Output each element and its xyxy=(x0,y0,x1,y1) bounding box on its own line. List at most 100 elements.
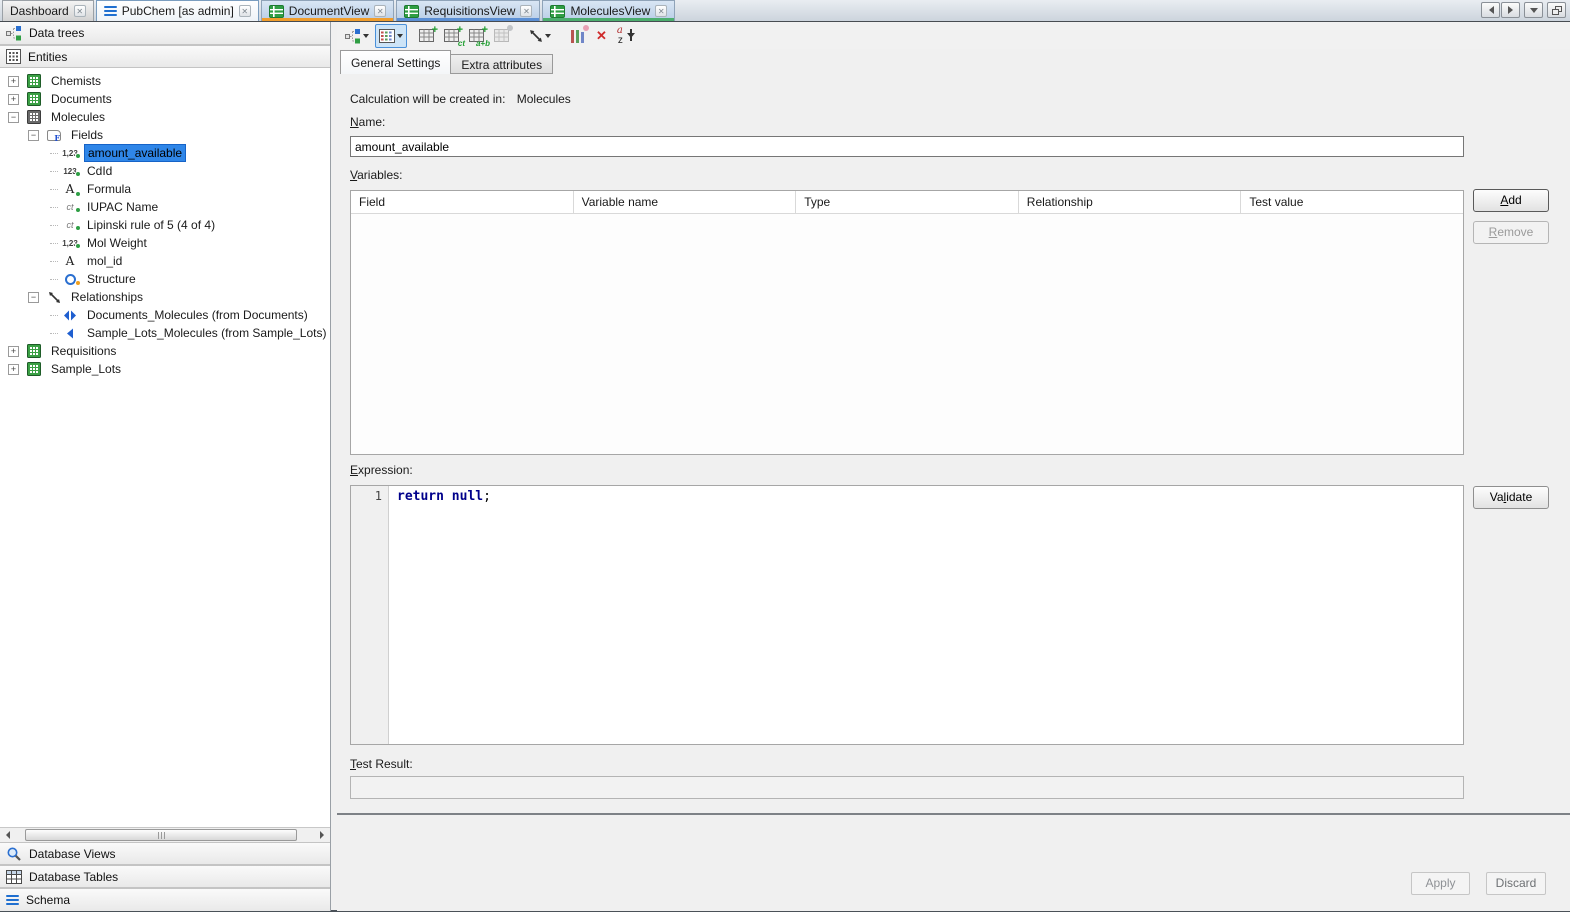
tree-item-formula[interactable]: A Formula xyxy=(0,180,330,198)
discard-button[interactable]: Discard xyxy=(1486,872,1546,895)
previous-tab-button[interactable] xyxy=(1481,2,1500,18)
entity-icon xyxy=(27,74,41,88)
add-variable-button[interactable]: Add xyxy=(1473,189,1549,212)
schema-header[interactable]: Schema xyxy=(0,888,330,911)
tab-extra-attributes[interactable]: Extra attributes xyxy=(451,54,553,74)
text-field-icon: A xyxy=(60,182,80,196)
new-entity-from-table-button[interactable] xyxy=(490,24,513,48)
scroll-left-button[interactable] xyxy=(0,828,15,842)
tree-item-amount-available[interactable]: 1,23 amount_available xyxy=(0,144,330,162)
tree-item-sample-lots-molecules[interactable]: Sample_Lots_Molecules (from Sample_Lots) xyxy=(0,324,330,342)
entities-header[interactable]: Entities xyxy=(0,45,330,68)
test-result-field xyxy=(350,776,1464,799)
table-icon xyxy=(494,29,509,42)
name-input[interactable] xyxy=(350,136,1464,157)
tree-item-documents[interactable]: Documents xyxy=(0,90,330,108)
calculated-badge-icon xyxy=(75,225,81,231)
expand-icon[interactable] xyxy=(8,364,19,375)
close-icon[interactable] xyxy=(520,5,532,17)
scrollbar-thumb[interactable] xyxy=(25,829,297,841)
column-header-type[interactable]: Type xyxy=(796,191,1019,213)
remove-variable-button[interactable]: Remove xyxy=(1473,221,1549,244)
window-tab-bar: Dashboard PubChem [as admin] DocumentVie… xyxy=(0,0,1570,22)
expand-icon[interactable] xyxy=(8,76,19,87)
relationship-arrow-icon xyxy=(529,29,543,43)
expand-icon[interactable] xyxy=(8,346,19,357)
tree-item-chemists[interactable]: Chemists xyxy=(0,72,330,90)
database-tables-icon xyxy=(6,870,22,884)
integer-field-icon: 123 xyxy=(60,167,80,176)
column-header-relationship[interactable]: Relationship xyxy=(1019,191,1242,213)
validate-button[interactable]: Validate xyxy=(1473,486,1549,509)
new-calculation-field-button[interactable]: +a+b xyxy=(465,24,488,48)
new-chemical-terms-field-button[interactable]: +ct xyxy=(440,24,463,48)
one-to-many-icon xyxy=(66,328,74,339)
new-entity-button[interactable]: + xyxy=(415,24,438,48)
code-area[interactable]: return null; xyxy=(389,486,1463,744)
collapse-icon[interactable] xyxy=(8,112,19,123)
dropdown-caret-icon xyxy=(397,34,403,41)
tree-item-documents-molecules[interactable]: Documents_Molecules (from Documents) xyxy=(0,306,330,324)
expand-icon[interactable] xyxy=(8,94,19,105)
tab-moleculesview[interactable]: MoleculesView xyxy=(542,0,675,21)
relationships-icon xyxy=(48,291,61,304)
schema-sidebar: Data trees Entities Chemists Documents M… xyxy=(0,22,331,911)
apply-button[interactable]: Apply xyxy=(1411,872,1470,895)
decimal-field-icon: 1,23 xyxy=(60,149,80,158)
column-header-test-value[interactable]: Test value xyxy=(1241,191,1463,213)
tree-item-structure[interactable]: Structure xyxy=(0,270,330,288)
sort-az-icon: az xyxy=(617,28,633,44)
tree-item-requisitions[interactable]: Requisitions xyxy=(0,342,330,360)
data-trees-header[interactable]: Data trees xyxy=(0,22,330,45)
form-view-button[interactable] xyxy=(567,24,590,48)
calculated-badge-icon xyxy=(75,171,81,177)
close-icon[interactable] xyxy=(239,5,251,17)
colored-grid-icon xyxy=(379,29,395,43)
tab-list-button[interactable] xyxy=(1524,2,1543,18)
structure-field-icon xyxy=(60,274,80,285)
tab-documentview[interactable]: DocumentView xyxy=(261,0,394,21)
variables-table-body[interactable] xyxy=(351,214,1463,454)
tree-item-lipinski[interactable]: ct Lipinski rule of 5 (4 of 4) xyxy=(0,216,330,234)
panel-divider xyxy=(337,813,1570,815)
decimal-field-icon: 1,23 xyxy=(60,239,80,248)
column-header-field[interactable]: Field xyxy=(351,191,574,213)
tree-item-molecules[interactable]: Molecules xyxy=(0,108,330,126)
database-tables-header[interactable]: Database Tables xyxy=(0,865,330,888)
entity-tree: Chemists Documents Molecules F Fields 1,… xyxy=(0,68,330,827)
database-views-header[interactable]: Database Views xyxy=(0,842,330,865)
close-icon[interactable] xyxy=(374,5,386,17)
tree-item-mol-id[interactable]: A mol_id xyxy=(0,252,330,270)
new-data-tree-button[interactable] xyxy=(341,24,373,48)
calculated-badge-icon xyxy=(75,153,81,159)
restore-window-button[interactable] xyxy=(1547,2,1566,18)
tab-dashboard[interactable]: Dashboard xyxy=(2,0,94,21)
grid-view-mode-button[interactable] xyxy=(375,24,407,48)
database-views-icon xyxy=(6,846,22,862)
next-tab-button[interactable] xyxy=(1501,2,1520,18)
scroll-right-button[interactable] xyxy=(315,828,330,842)
tree-item-fields[interactable]: F Fields xyxy=(0,126,330,144)
entity-icon xyxy=(27,362,41,376)
tree-item-mol-weight[interactable]: 1,23 Mol Weight xyxy=(0,234,330,252)
close-icon[interactable] xyxy=(655,5,667,17)
dropdown-caret-icon xyxy=(363,34,369,41)
collapse-icon[interactable] xyxy=(28,130,39,141)
chemical-terms-field-icon: ct xyxy=(60,220,80,230)
tree-item-iupac-name[interactable]: ct IUPAC Name xyxy=(0,198,330,216)
close-icon[interactable] xyxy=(74,5,86,17)
new-relationship-button[interactable] xyxy=(525,24,555,48)
tab-pubchem[interactable]: PubChem [as admin] xyxy=(96,0,259,21)
collapse-icon[interactable] xyxy=(28,292,39,303)
column-header-variable-name[interactable]: Variable name xyxy=(574,191,797,213)
tree-item-sample-lots[interactable]: Sample_Lots xyxy=(0,360,330,378)
expression-editor[interactable]: 1 return null; xyxy=(350,485,1464,745)
delete-button[interactable]: ✕ xyxy=(592,24,611,48)
entity-open-icon xyxy=(27,110,41,124)
tab-general-settings[interactable]: General Settings xyxy=(340,50,451,74)
tab-requisitionsview[interactable]: RequisitionsView xyxy=(396,0,540,21)
horizontal-scrollbar[interactable] xyxy=(0,827,330,842)
sort-button[interactable]: az xyxy=(613,24,637,48)
tree-item-relationships[interactable]: Relationships xyxy=(0,288,330,306)
tree-item-cdid[interactable]: 123 CdId xyxy=(0,162,330,180)
